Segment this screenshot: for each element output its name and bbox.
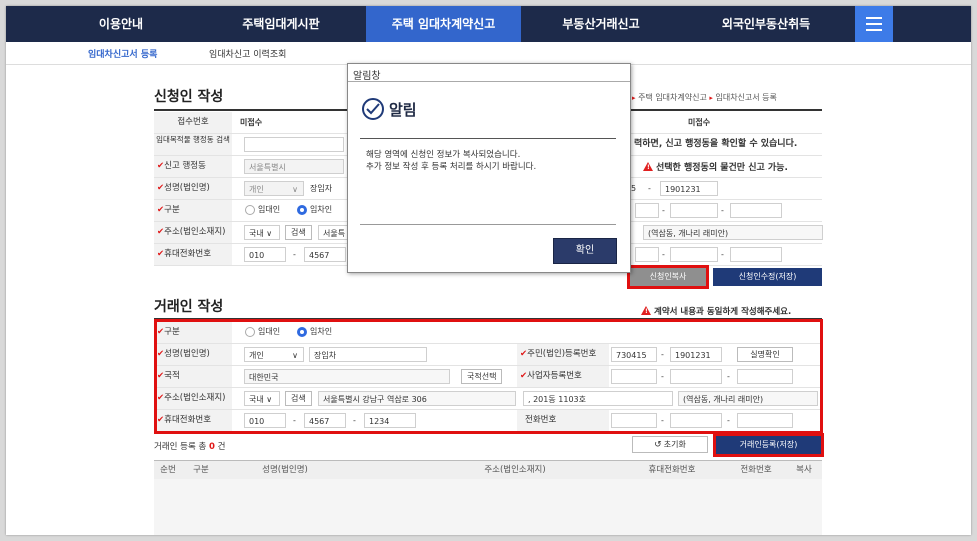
dialog-title-divider — [348, 81, 630, 82]
subnav-register[interactable]: 임대차신고서 등록 — [88, 47, 157, 60]
alert-dialog: 알림창 알림 해당 영역에 신청인 정보가 복사되었습니다. 추가 정보 작성 … — [347, 63, 631, 273]
tel-input-2[interactable] — [670, 247, 718, 262]
biz-no-input-2[interactable] — [670, 203, 718, 218]
dialog-divider-bottom — [360, 224, 616, 225]
person-type-select[interactable]: 개인 ∨ — [244, 181, 304, 196]
address-label: ✔주소(법인소재지) — [154, 222, 232, 243]
biz-no-input-3[interactable] — [730, 203, 782, 218]
radio-lessee-label: 임차인 — [310, 205, 333, 214]
dash: - — [293, 250, 296, 259]
th-copy: 복사 — [796, 465, 812, 475]
country-select[interactable]: 국내 ∨ — [244, 225, 280, 240]
dialog-heading: 알림 — [389, 101, 417, 119]
radio-lessee[interactable] — [297, 205, 307, 215]
applicant-section-title: 신청인 작성 — [154, 89, 224, 105]
nav-item-board[interactable]: 주택임대게시판 — [206, 6, 356, 42]
top-navigation: 이용안내 주택임대게시판 주택 임대차계약신고 부동산거래신고 외국인부동산취득 — [6, 6, 971, 42]
district-label: ✔신고 행정동 — [154, 156, 232, 177]
receipt-label: 접수번호 — [154, 112, 232, 133]
dialog-message-1: 해당 영역에 신청인 정보가 복사되었습니다. — [366, 150, 521, 160]
ssn-front-partial: 5 — [631, 184, 637, 193]
breadcrumb-arrow-icon: ▸ — [709, 94, 713, 102]
phone-label: ✔휴대전화번호 — [154, 244, 232, 265]
applicant-save-button[interactable]: 신청인수정(저장) — [713, 268, 822, 286]
breadcrumb-item[interactable]: 주택 임대차계약신고 — [638, 93, 707, 102]
search-notice: 력하면, 신고 행정동을 확인할 수 있습니다. — [634, 139, 798, 149]
trade-table-header: 순번 구분 성명(법인명) 주소(법인소재지) 휴대전화번호 전화번호 복사 — [154, 460, 822, 480]
nav-item-lease-report[interactable]: 주택 임대차계약신고 — [366, 6, 521, 42]
chevron-down-icon: ∨ — [292, 185, 298, 194]
breadcrumb-item[interactable]: 임대차신고서 등록 — [715, 93, 776, 102]
trade-section-title: 거래인 작성 — [154, 299, 224, 315]
th-tel: 전화번호 — [740, 465, 772, 475]
reset-button[interactable]: ↺ 초기화 — [632, 436, 708, 453]
th-index: 순번 — [160, 465, 176, 475]
trade-count: 거래인 등록 총 0 건 — [154, 442, 226, 452]
nav-item-guide[interactable]: 이용안내 — [46, 6, 196, 42]
name-label: ✔성명(법인명) — [154, 178, 232, 199]
dialog-message-2: 추가 정보 작성 후 등록 처리를 하시기 바랍니다. — [366, 162, 537, 172]
biz-no-input-1[interactable] — [635, 203, 659, 218]
th-type: 구분 — [193, 465, 209, 475]
tel-input-3[interactable] — [730, 247, 782, 262]
th-name: 성명(법인명) — [262, 465, 308, 475]
radio-lessor-label: 임대인 — [258, 205, 281, 214]
dialog-divider — [360, 138, 616, 139]
search-label: 임대목적물 행정동 검색 — [154, 134, 232, 155]
refresh-icon: ↺ — [654, 440, 662, 450]
dash: - — [662, 250, 665, 259]
nav-item-realestate-report[interactable]: 부동산거래신고 — [526, 6, 676, 42]
phone-input-2[interactable]: 4567 — [304, 247, 346, 262]
chevron-down-icon: ∨ — [266, 229, 273, 238]
check-circle-icon — [362, 98, 384, 120]
receipt-value: 미접수 — [240, 118, 263, 127]
dash: - — [721, 206, 724, 215]
ssn-back-input[interactable]: 1901231 — [660, 181, 718, 196]
dash: - — [662, 206, 665, 215]
name-value: 장임자 — [310, 184, 333, 193]
trade-warning: ! 계약서 내용과 동일하게 작성해주세요. — [641, 305, 791, 317]
warning-icon: ! — [641, 306, 651, 315]
trade-table-body — [154, 479, 822, 535]
district-search-input[interactable] — [244, 137, 344, 152]
highlight-trade-form — [154, 319, 823, 434]
th-mobile: 휴대전화번호 — [648, 465, 696, 475]
highlight-copy-button — [627, 265, 709, 289]
dash: - — [721, 250, 724, 259]
dash: - — [648, 184, 651, 193]
phone-input-1[interactable]: 010 — [244, 247, 286, 262]
warning-icon: ! — [643, 162, 653, 171]
district-warning: ! 선택한 행정동의 물건만 신고 가능. — [643, 160, 788, 173]
receipt-value-2: 미접수 — [688, 118, 711, 127]
highlight-register-button — [713, 433, 824, 457]
tel-input-1[interactable] — [635, 247, 659, 262]
subnav-history[interactable]: 임대차신고 이력조회 — [209, 47, 286, 60]
breadcrumb: ▸ 주택 임대차계약신고 ▸ 임대차신고서 등록 — [632, 92, 777, 103]
page-frame: 이용안내 주택임대게시판 주택 임대차계약신고 부동산거래신고 외국인부동산취득… — [6, 6, 971, 535]
sub-navigation: 임대차신고서 등록 임대차신고 이력조회 — [6, 42, 971, 65]
dialog-ok-button[interactable]: 확인 — [553, 238, 617, 264]
district-input[interactable]: 서울특별시 — [244, 159, 344, 174]
address-reference: (역삼동, 개나리 래미안) — [643, 225, 823, 240]
radio-lessor[interactable] — [245, 205, 255, 215]
dialog-window-title: 알림창 — [353, 71, 381, 82]
type-label: ✔구분 — [154, 200, 232, 221]
address-search-button[interactable]: 검색 — [285, 225, 312, 240]
hamburger-menu-icon[interactable] — [855, 6, 893, 42]
breadcrumb-arrow-icon: ▸ — [632, 94, 636, 102]
nav-item-foreign-acquisition[interactable]: 외국인부동산취득 — [686, 6, 846, 42]
